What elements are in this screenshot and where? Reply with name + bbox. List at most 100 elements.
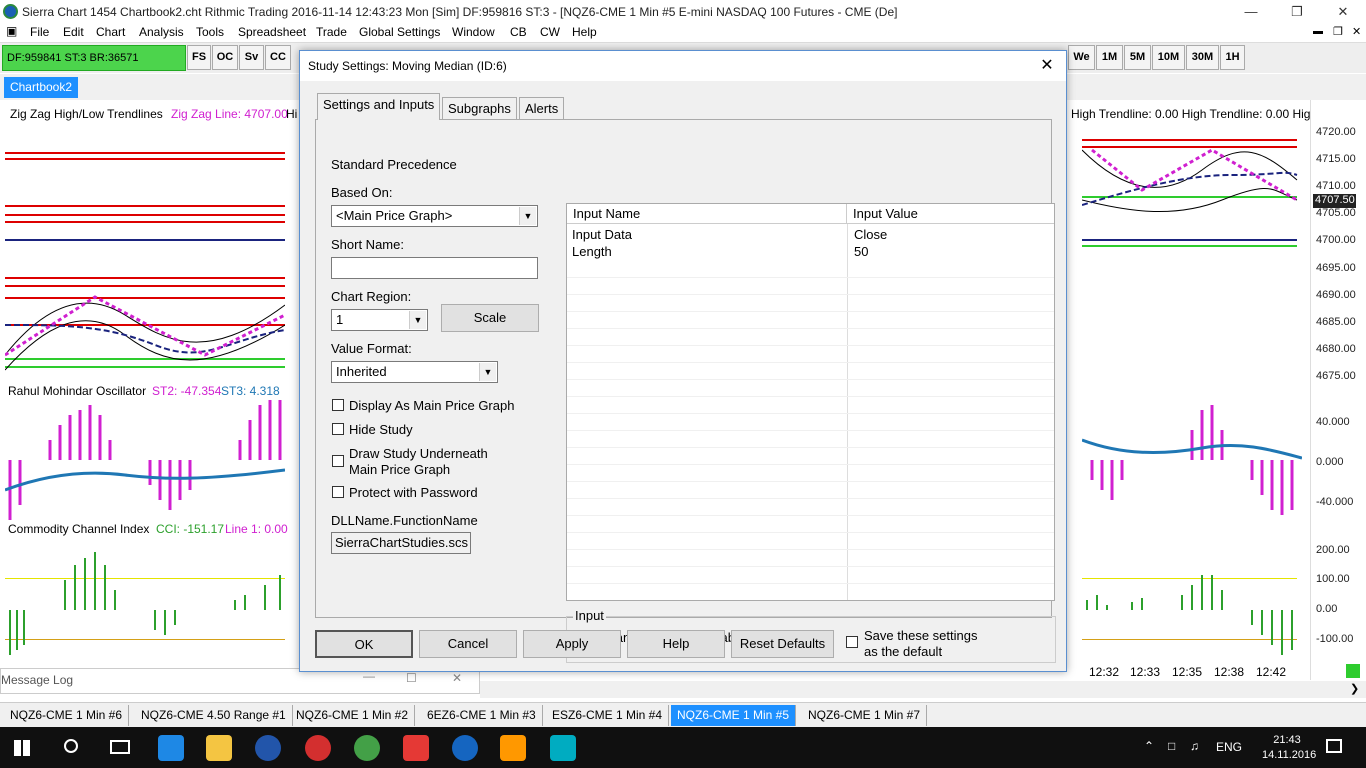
menu-help[interactable]: Help bbox=[572, 25, 597, 39]
msglog-close-icon[interactable]: ✕ bbox=[452, 671, 462, 685]
input-row-name[interactable]: Input Data bbox=[567, 226, 632, 243]
menu-cw[interactable]: CW bbox=[540, 25, 560, 39]
column-header-input-value[interactable]: Input Value bbox=[847, 204, 1054, 224]
value-format-select[interactable]: Inherited ▼ bbox=[331, 361, 498, 383]
chart-tab[interactable]: ESZ6-CME 1 Min #4 bbox=[546, 705, 670, 726]
start-icon[interactable] bbox=[14, 740, 30, 756]
short-name-input[interactable] bbox=[331, 257, 538, 279]
chart-tab[interactable]: NQZ6-CME 1 Min #6 bbox=[4, 705, 130, 726]
task-view-icon[interactable] bbox=[110, 740, 130, 754]
grid-row-line bbox=[567, 311, 1054, 312]
time-label: 12:33 bbox=[1130, 665, 1161, 679]
tray-chevron-icon[interactable]: ⌃ bbox=[1144, 739, 1154, 753]
mdi-restore-icon[interactable]: ❐ bbox=[1333, 25, 1343, 38]
tab-subgraphs[interactable]: Subgraphs bbox=[442, 97, 517, 121]
based-on-select[interactable]: <Main Price Graph> ▼ bbox=[331, 205, 538, 227]
menu-analysis[interactable]: Analysis bbox=[139, 25, 184, 39]
chart-tab[interactable]: NQZ6-CME 1 Min #2 bbox=[290, 705, 416, 726]
menu-cb[interactable]: CB bbox=[510, 25, 527, 39]
resistance-line bbox=[5, 205, 285, 207]
clock[interactable]: 21:43 14.11.2016 bbox=[1262, 733, 1316, 763]
draw-underneath-label: Draw Study Underneath bbox=[349, 446, 488, 461]
app-arrow-icon[interactable] bbox=[550, 735, 576, 761]
opera-icon[interactable] bbox=[305, 735, 331, 761]
cancel-button[interactable]: Cancel bbox=[419, 630, 517, 658]
chevron-down-icon[interactable]: ▼ bbox=[479, 363, 496, 381]
mdi-close-icon[interactable]: ✕ bbox=[1352, 25, 1361, 38]
chart-tab[interactable]: 6EZ6-CME 1 Min #3 bbox=[421, 705, 543, 726]
time-label: 12:32 bbox=[1089, 665, 1120, 679]
steam-icon[interactable] bbox=[452, 735, 478, 761]
app-icon-box[interactable] bbox=[403, 735, 429, 761]
hide-study-checkbox[interactable] bbox=[332, 423, 344, 435]
30m-button[interactable]: 30M bbox=[1186, 45, 1219, 70]
price-tick: 4710.00 bbox=[1316, 180, 1356, 192]
osc-tick: 0.000 bbox=[1316, 456, 1344, 468]
mdi-minimize-icon[interactable]: ▬ bbox=[1313, 26, 1323, 37]
dialog-close-button[interactable]: ✕ bbox=[1032, 53, 1062, 79]
10m-button[interactable]: 10M bbox=[1152, 45, 1185, 70]
display-as-main-checkbox[interactable] bbox=[332, 399, 344, 411]
game-icon[interactable] bbox=[500, 735, 526, 761]
menu-trade[interactable]: Trade bbox=[316, 25, 347, 39]
save-default-checkbox[interactable] bbox=[846, 636, 858, 648]
clock-time: 21:43 bbox=[1273, 734, 1301, 746]
scroll-right-icon[interactable]: ❯ bbox=[1350, 682, 1359, 695]
menu-window[interactable]: Window bbox=[452, 25, 495, 39]
close-window-button[interactable]: ✕ bbox=[1320, 0, 1366, 23]
tray-volume-icon[interactable]: ♫ bbox=[1190, 739, 1199, 753]
rmo-histogram-left bbox=[5, 400, 285, 520]
chartbook-tab[interactable]: Chartbook2 bbox=[4, 77, 78, 98]
fs-button[interactable]: FS bbox=[187, 45, 211, 70]
edge-icon[interactable] bbox=[158, 735, 184, 761]
chart-tab[interactable]: NQZ6-CME 1 Min #7 bbox=[802, 705, 928, 726]
scale-button[interactable]: Scale bbox=[441, 304, 539, 332]
5m-button[interactable]: 5M bbox=[1124, 45, 1151, 70]
minimize-button[interactable]: — bbox=[1228, 0, 1274, 23]
sv-button[interactable]: Sv bbox=[239, 45, 264, 70]
menu-tools[interactable]: Tools bbox=[196, 25, 224, 39]
input-row-value[interactable]: Close bbox=[849, 226, 887, 243]
menu-doc-icon[interactable]: ▣ bbox=[6, 24, 17, 38]
horizontal-scrollbar[interactable]: ❯ bbox=[480, 681, 1366, 698]
draw-underneath-checkbox[interactable] bbox=[332, 455, 344, 467]
inputs-grid[interactable]: Input Name Input Value Input Data Close … bbox=[566, 203, 1055, 601]
ok-button[interactable]: OK bbox=[315, 630, 413, 658]
chevron-down-icon[interactable]: ▼ bbox=[519, 207, 536, 225]
input-row-name[interactable]: Length bbox=[567, 243, 612, 260]
explorer-icon[interactable] bbox=[206, 735, 232, 761]
dll-field[interactable]: SierraChartStudies.scs bbox=[331, 532, 471, 554]
menu-global-settings[interactable]: Global Settings bbox=[359, 25, 440, 39]
restore-button[interactable]: ❐ bbox=[1274, 0, 1320, 23]
1h-button[interactable]: 1H bbox=[1220, 45, 1245, 70]
connection-status: DF:959841 ST:3 BR:36571 bbox=[2, 45, 186, 71]
1m-button[interactable]: 1M bbox=[1096, 45, 1123, 70]
tab-alerts[interactable]: Alerts bbox=[519, 97, 565, 121]
chevron-down-icon[interactable]: ▼ bbox=[409, 311, 426, 329]
oc-button[interactable]: OC bbox=[212, 45, 238, 70]
sierra-chart-icon[interactable] bbox=[255, 735, 281, 761]
chart-tab-active[interactable]: NQZ6-CME 1 Min #5 bbox=[671, 705, 797, 726]
notification-icon[interactable] bbox=[1326, 739, 1342, 753]
menu-chart[interactable]: Chart bbox=[96, 25, 125, 39]
weekly-button[interactable]: We bbox=[1068, 45, 1095, 70]
menu-spreadsheet[interactable]: Spreadsheet bbox=[238, 25, 306, 39]
chrome-icon[interactable] bbox=[354, 735, 380, 761]
help-button[interactable]: Help bbox=[627, 630, 725, 658]
tray-network-icon[interactable]: □ bbox=[1168, 739, 1175, 753]
language-indicator[interactable]: ENG bbox=[1216, 740, 1242, 754]
search-icon[interactable] bbox=[64, 739, 78, 753]
cc-button[interactable]: CC bbox=[265, 45, 291, 70]
hide-study-label: Hide Study bbox=[349, 422, 413, 437]
menu-file[interactable]: File bbox=[30, 25, 49, 39]
chart-region-select[interactable]: 1 ▼ bbox=[331, 309, 428, 331]
chart-tab[interactable]: NQZ6-CME 4.50 Range #1 bbox=[135, 705, 293, 726]
msglog-restore-icon[interactable]: ☐ bbox=[406, 671, 417, 685]
column-header-input-name[interactable]: Input Name bbox=[567, 204, 847, 224]
protect-password-checkbox[interactable] bbox=[332, 486, 344, 498]
tab-settings-and-inputs[interactable]: Settings and Inputs bbox=[317, 93, 441, 120]
reset-defaults-button[interactable]: Reset Defaults bbox=[731, 630, 834, 658]
input-row-value[interactable]: 50 bbox=[849, 243, 868, 260]
apply-button[interactable]: Apply bbox=[523, 630, 621, 658]
menu-edit[interactable]: Edit bbox=[63, 25, 84, 39]
